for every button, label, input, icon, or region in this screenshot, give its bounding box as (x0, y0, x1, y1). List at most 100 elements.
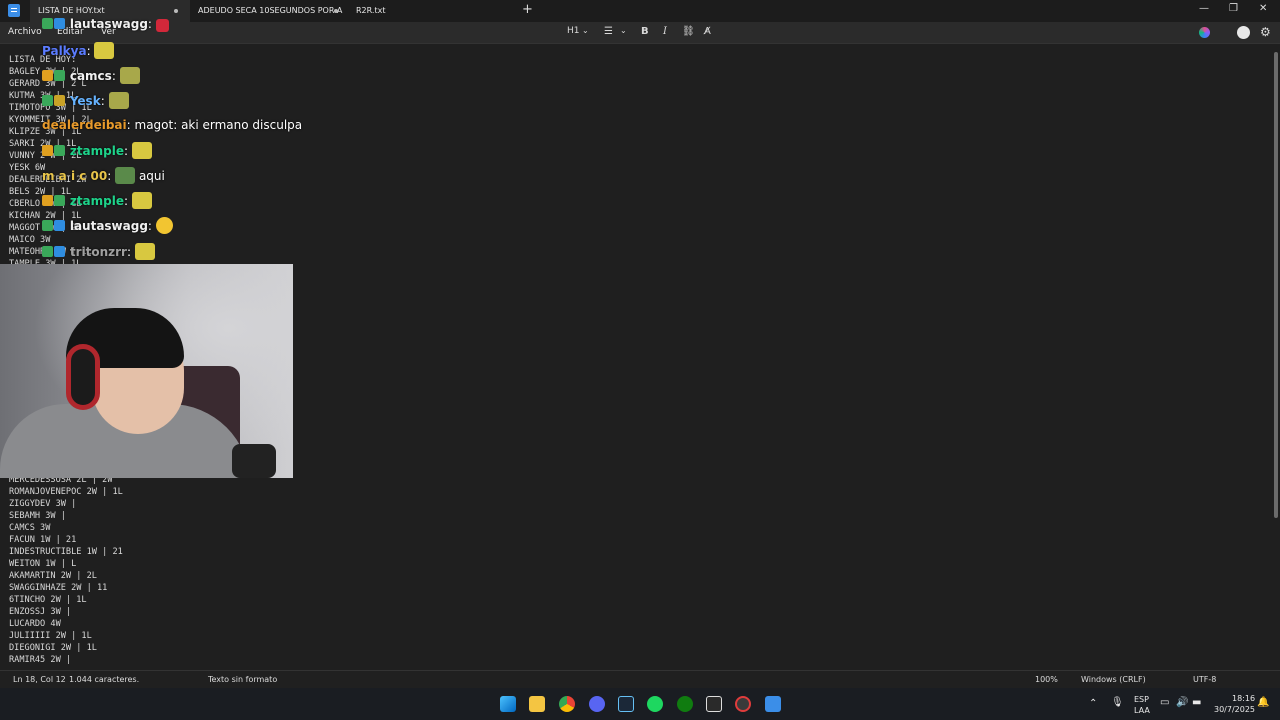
menu-bar: Archivo Editar Ver H1 ⌄ ☰ ⌄ B I ⛓ A̸ (0, 22, 1280, 44)
encoding[interactable]: UTF-8 (1193, 675, 1216, 684)
chat-message: Yesk: (42, 92, 129, 109)
chat-message: lautaswagg: (42, 217, 173, 234)
network-icon[interactable]: ▭ (1160, 697, 1169, 708)
text-line: LUCARDO 4W (9, 619, 61, 629)
gem-badge-icon (54, 220, 65, 231)
text-line: WEITON 1W | L (9, 559, 77, 569)
text-line: AKAMARTIN 2W | 2L (9, 571, 97, 581)
steam-icon[interactable] (618, 696, 634, 712)
gear-icon[interactable]: ⚙ (1260, 25, 1271, 39)
new-tab-plus-icon[interactable]: + (522, 2, 533, 17)
format-mode[interactable]: Texto sin formato (208, 675, 277, 684)
tab-r2r[interactable]: R2R.txt (348, 0, 468, 22)
spotify-icon[interactable] (647, 696, 663, 712)
chevron-up-icon[interactable]: ⌃ (1089, 698, 1097, 709)
chevron-down-icon[interactable]: ⌄ (620, 26, 627, 35)
notification-bell-icon[interactable]: 🔔 (1257, 697, 1269, 708)
heading-dropdown[interactable]: H1 (567, 26, 580, 36)
chat-message: tritonzrr: (42, 243, 155, 260)
battery-icon[interactable]: ▬ (1192, 697, 1201, 708)
copilot-icon[interactable] (1199, 27, 1210, 38)
microphone-icon (232, 444, 276, 478)
recording-app-icon[interactable] (735, 696, 751, 712)
close-icon[interactable]: ✕ (1259, 3, 1267, 14)
chat-message: Palkya: (42, 42, 115, 59)
text-line: ROMANJOVENEPOC 2W | 1L (9, 487, 123, 497)
chat-message: ztample: (42, 142, 152, 159)
clock-date[interactable]: 30/7/2025 (1214, 705, 1255, 714)
link-icon[interactable]: ⛓ (682, 26, 695, 37)
emote-icon (155, 19, 169, 32)
chat-username: lautaswagg (69, 17, 148, 31)
text-line: 6TINCHO 2W | 1L (9, 595, 87, 605)
text-line: YESK 6W (9, 163, 46, 173)
bold-icon[interactable]: B (641, 26, 649, 37)
char-count: 1.044 caracteres. (69, 675, 140, 684)
chat-message: lautaswagg: (42, 17, 169, 32)
unsaved-dot-icon (334, 9, 338, 13)
windows-start-icon[interactable] (500, 696, 516, 712)
menu-file[interactable]: Archivo (8, 27, 42, 37)
zoom-level[interactable]: 100% (1035, 675, 1058, 684)
tab-label: LISTA DE HOY.txt (38, 6, 105, 15)
chat-text: aqui (138, 169, 165, 183)
clock-time[interactable]: 18:16 (1232, 694, 1255, 703)
emote-icon (134, 243, 155, 260)
tab-label: R2R.txt (356, 6, 386, 15)
chat-message: dealerdeibai: magot: aki ermano disculpa (42, 118, 303, 132)
text-line: CAMCS 3W (9, 523, 51, 533)
chat-message: ztample: (42, 192, 152, 209)
vertical-scrollbar[interactable] (1274, 52, 1278, 518)
sub-badge-icon (42, 220, 53, 231)
text-line: INDESTRUCTIBLE 1W | 21 (9, 547, 123, 557)
minimize-icon[interactable]: — (1199, 3, 1209, 14)
clear-format-icon[interactable]: A̸ (704, 26, 711, 37)
account-avatar[interactable] (1237, 26, 1250, 39)
language-code[interactable]: ESP (1134, 695, 1149, 704)
sub-badge-icon (42, 18, 53, 29)
emote-icon (131, 142, 152, 159)
discord-icon[interactable] (589, 696, 605, 712)
chat-username: ztample (69, 194, 124, 208)
xbox-icon[interactable] (677, 696, 693, 712)
notepad-app-icon (8, 4, 20, 17)
taskbar (0, 688, 1280, 720)
webcam-overlay (0, 264, 293, 478)
emote-icon (115, 167, 136, 184)
chat-username: Yesk (69, 94, 101, 108)
emote-icon (131, 192, 152, 209)
chat-username: Palkya (42, 44, 87, 58)
text-line: SEBAMH 3W | (9, 511, 66, 521)
italic-icon[interactable]: I (663, 26, 667, 37)
volume-icon[interactable]: 🔊 (1176, 697, 1188, 708)
list-icon[interactable]: ☰ (604, 26, 613, 37)
text-line: RAMIR45 2W | (9, 655, 72, 665)
keyboard-layout[interactable]: LAA (1134, 706, 1150, 715)
gem-badge-icon (54, 18, 65, 29)
chat-username: camcs (69, 69, 112, 83)
cursor-position: Ln 18, Col 12 (13, 675, 66, 684)
title-bar: LISTA DE HOY.txt ADEUDO SECA 10SEGUNDOS … (0, 0, 1280, 22)
file-explorer-icon[interactable] (529, 696, 545, 712)
tab-adeudo[interactable]: ADEUDO SECA 10SEGUNDOS POR A (190, 0, 350, 22)
sub-badge-icon (42, 246, 53, 257)
epic-games-icon[interactable] (706, 696, 722, 712)
unsaved-dot-icon (174, 9, 178, 13)
maximize-icon[interactable]: ❐ (1229, 3, 1238, 14)
chat-username: tritonzrr (69, 245, 127, 259)
chevron-down-icon[interactable]: ⌄ (582, 26, 589, 35)
tab-label: ADEUDO SECA 10SEGUNDOS POR A (198, 6, 343, 15)
emote-icon (94, 42, 115, 59)
status-bar: Ln 18, Col 12 1.044 caracteres. Texto si… (0, 670, 1280, 688)
badge-icon (54, 95, 65, 106)
sub-badge-icon (54, 145, 65, 156)
microphone-tray-icon[interactable]: 🎙 (1111, 697, 1124, 708)
chat-message: m a i c 00: aqui (42, 167, 165, 184)
chat-text: magot: aki ermano disculpa (134, 118, 303, 132)
chrome-icon[interactable] (559, 696, 575, 712)
emote-icon (108, 92, 129, 109)
text-line: DIEGONIGI 2W | 1L (9, 643, 97, 653)
sub-badge-icon (54, 70, 65, 81)
line-ending[interactable]: Windows (CRLF) (1081, 675, 1146, 684)
notepad-taskbar-icon[interactable] (765, 696, 781, 712)
